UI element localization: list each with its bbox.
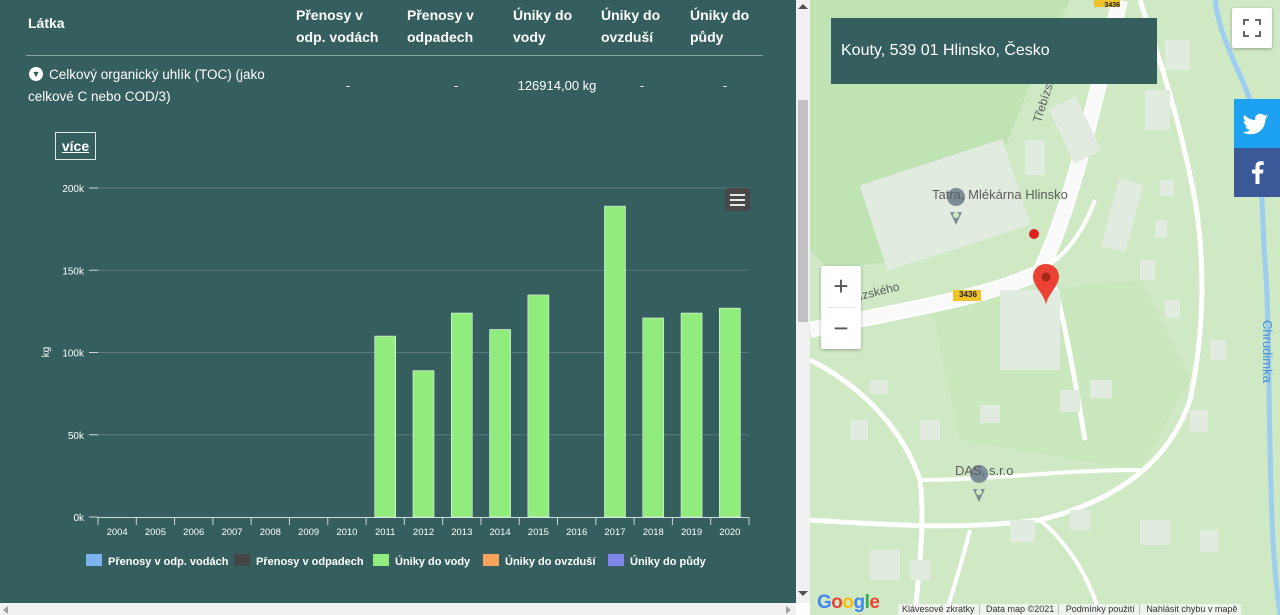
hamburger-menu-icon[interactable] <box>725 188 750 211</box>
x-tick-label: 2010 <box>336 527 357 538</box>
report-error-link[interactable]: Nahlásit chybu v mapě <box>1142 604 1241 614</box>
scroll-up-arrow-icon[interactable] <box>798 4 808 9</box>
scrollbar-thumb[interactable] <box>798 100 808 322</box>
y-tick-label: 150k <box>62 266 85 277</box>
x-tick-label: 2008 <box>260 527 281 538</box>
y-tick-label: 100k <box>62 349 85 360</box>
legend-label: Úniky do vody <box>395 555 471 568</box>
x-tick-label: 2018 <box>643 527 664 538</box>
zoom-out-button[interactable]: − <box>821 308 861 348</box>
terms-link[interactable]: Podmínky použití <box>1061 604 1140 614</box>
bar <box>642 317 665 518</box>
x-tick-label: 2004 <box>107 527 128 538</box>
x-tick-label: 2015 <box>528 527 549 538</box>
x-tick-label: 2014 <box>490 527 511 538</box>
y-tick-label: 50k <box>68 431 85 442</box>
legend-label: Úniky do ovzduší <box>505 555 596 568</box>
map-pin-icon[interactable] <box>1033 264 1059 308</box>
bar <box>412 370 435 518</box>
google-logo[interactable]: Google <box>817 592 880 614</box>
poi-label-das[interactable]: DAS, s.r.o <box>955 463 1014 478</box>
bar <box>489 329 511 518</box>
bar <box>719 307 741 518</box>
bar <box>604 205 626 518</box>
bar <box>451 312 473 518</box>
x-tick-label: 2013 <box>451 527 472 538</box>
x-tick-label: 2020 <box>719 527 740 538</box>
y-tick-label: 200k <box>62 184 85 195</box>
poi-label-dairy[interactable]: Tatra, Mlékárna Hlinsko <box>932 187 1068 202</box>
map-attribution: Klávesové zkratky Data map ©2021 Podmínk… <box>898 604 1242 615</box>
twitter-share-button[interactable] <box>1234 99 1280 148</box>
substance-panel: Látka Přenosy v odp. vodách Přenosy v od… <box>0 0 796 603</box>
road-number-top: 3436 <box>1104 2 1120 9</box>
zoom-in-button[interactable]: + <box>821 266 861 306</box>
zoom-control: + − <box>821 266 861 349</box>
release-bar-chart: 0k 50k 100k 150k 200k kg 2004 2005 2006 2007 2008 2… <box>41 184 750 568</box>
legend-swatch <box>608 554 624 566</box>
scroll-down-arrow-icon[interactable] <box>798 591 808 596</box>
x-tick-label: 2009 <box>298 527 319 538</box>
legend-swatch <box>483 554 499 566</box>
y-tick-label: 0k <box>73 513 85 524</box>
vertical-scrollbar[interactable] <box>796 0 810 603</box>
legend-label: Úniky do půdy <box>630 555 707 568</box>
keyboard-shortcuts-link[interactable]: Klávesové zkratky <box>898 604 980 614</box>
x-tick-label: 2005 <box>145 527 166 538</box>
x-tick-label: 2006 <box>183 527 204 538</box>
facebook-icon <box>1252 161 1264 184</box>
road-number-badge: 3436 <box>959 290 977 299</box>
scroll-right-arrow-icon[interactable] <box>786 606 791 614</box>
facebook-share-button[interactable] <box>1234 148 1280 197</box>
legend-swatch <box>234 554 250 566</box>
y-axis-title: kg <box>41 347 52 358</box>
legend-swatch <box>373 554 389 566</box>
x-tick-label: 2012 <box>413 527 434 538</box>
x-tick-label: 2017 <box>604 527 625 538</box>
river-label: Chrudimka <box>1260 320 1275 383</box>
twitter-icon <box>1242 113 1268 135</box>
map[interactable]: 3436 3436 Tatra, Mlékárna Hlinsko DAS, s… <box>810 0 1280 615</box>
legend-label: Přenosy v odpadech <box>256 556 364 568</box>
scroll-left-arrow-icon[interactable] <box>3 606 8 614</box>
horizontal-scrollbar[interactable] <box>0 603 796 615</box>
bar <box>680 312 703 518</box>
x-tick-label: 2007 <box>221 527 242 538</box>
address-box: Kouty, 539 01 Hlinsko, Česko <box>831 18 1157 84</box>
x-tick-label: 2019 <box>681 527 702 538</box>
x-tick-label: 2011 <box>375 527 395 538</box>
bar <box>527 294 550 518</box>
bar <box>374 335 396 518</box>
fullscreen-icon[interactable] <box>1232 8 1272 48</box>
legend-label: Přenosy v odp. vodách <box>108 556 229 568</box>
x-tick-label: 2016 <box>566 527 587 538</box>
map-data-text: Data map ©2021 <box>982 604 1060 614</box>
legend-swatch <box>86 554 102 566</box>
